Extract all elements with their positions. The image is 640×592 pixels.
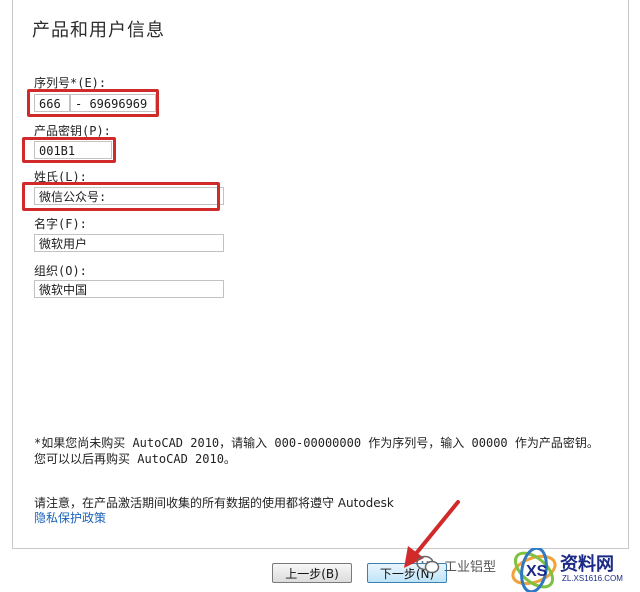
purchase-note-line2: 您可以以后再购买 AutoCAD 2010。 xyxy=(34,452,236,466)
purchase-note-line1: *如果您尚未购买 AutoCAD 2010，请输入 000-00000000 作… xyxy=(34,436,599,450)
purchase-note: *如果您尚未购买 AutoCAD 2010，请输入 000-00000000 作… xyxy=(34,435,624,467)
back-button[interactable]: 上一步(B) xyxy=(272,563,352,583)
site-logo-url: ZL.XS1616.COM xyxy=(562,574,623,583)
organization-label: 组织(O): xyxy=(34,264,87,278)
privacy-policy-link[interactable]: 隐私保护政策 xyxy=(34,509,106,526)
first-name-label: 名字(F): xyxy=(34,217,87,231)
serial-highlight-box xyxy=(27,89,159,117)
svg-text:XS: XS xyxy=(526,563,548,580)
first-name-field[interactable]: 微软用户 xyxy=(34,234,224,252)
product-key-highlight-box xyxy=(22,137,116,163)
watermark-text: 工业铝型 xyxy=(444,560,497,575)
wechat-icon xyxy=(416,555,440,574)
site-logo-name: 资料网 xyxy=(560,554,614,575)
site-logo-icon: XS xyxy=(511,548,557,592)
organization-field[interactable]: 微软中国 xyxy=(34,280,224,298)
page-title: 产品和用户信息 xyxy=(32,20,165,41)
surname-highlight-box xyxy=(22,182,220,211)
